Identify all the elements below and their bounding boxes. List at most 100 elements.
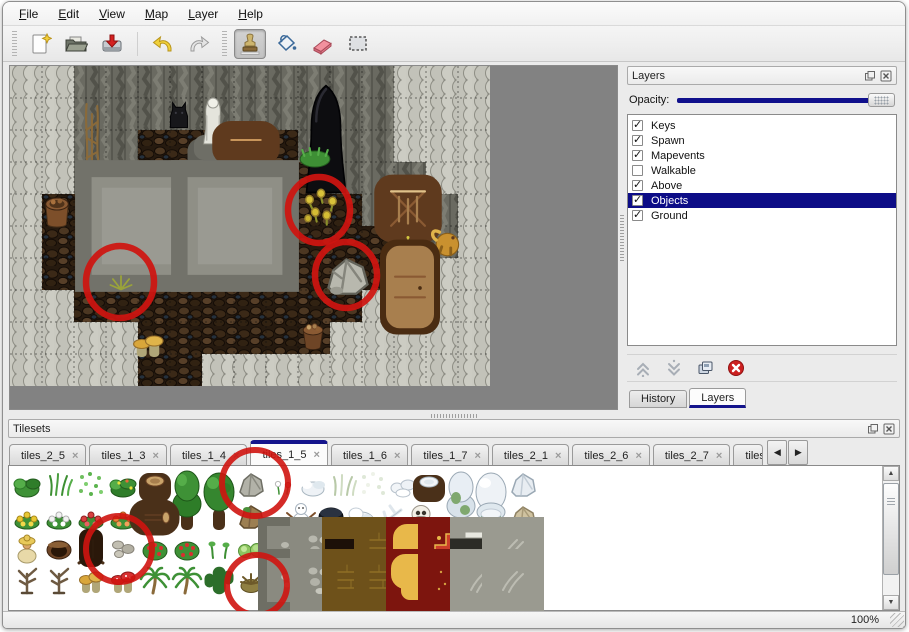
duplicate-layer-button[interactable] bbox=[695, 358, 715, 378]
opacity-slider[interactable] bbox=[677, 92, 895, 108]
layer-checkbox-spawn[interactable]: ✓ bbox=[632, 135, 643, 146]
menu-item-help[interactable]: Help bbox=[228, 4, 273, 24]
tile-snowStump[interactable] bbox=[420, 477, 438, 494]
tab-label: tiles_2_7 bbox=[665, 450, 709, 462]
tab-close-icon[interactable]: × bbox=[394, 450, 400, 462]
tile-grayLeaf[interactable] bbox=[498, 565, 529, 596]
tileset-tab-tiles_2_5[interactable]: tiles_2_5 × bbox=[9, 444, 86, 465]
zoom-level: 100% bbox=[851, 614, 879, 626]
tileset-tab-tiles_1_7[interactable]: tiles_1_7 × bbox=[411, 444, 488, 465]
tileset-tab-tiles_2_6[interactable]: tiles_2_6× bbox=[572, 444, 649, 465]
layer-checkbox-objects[interactable]: ✓ bbox=[632, 195, 643, 206]
tab-close-icon[interactable]: × bbox=[72, 450, 78, 462]
tile-log[interactable] bbox=[142, 512, 170, 523]
map-object-table bbox=[229, 136, 263, 160]
layer-checkbox-ground[interactable]: ✓ bbox=[632, 210, 643, 221]
tab-close-icon[interactable]: × bbox=[153, 450, 159, 462]
layer-checkbox-above[interactable]: ✓ bbox=[632, 180, 643, 191]
menu-item-edit[interactable]: Edit bbox=[48, 4, 89, 24]
float-panel-icon[interactable] bbox=[866, 422, 879, 435]
tileset-canvas[interactable] bbox=[9, 466, 883, 608]
layer-checkbox-keys[interactable]: ✓ bbox=[632, 120, 643, 131]
tab-close-icon[interactable]: × bbox=[555, 450, 561, 462]
raise-layer-button[interactable] bbox=[633, 358, 653, 378]
dock-tab-history[interactable]: History bbox=[629, 390, 687, 408]
layer-row-spawn[interactable]: ✓Spawn bbox=[628, 133, 896, 148]
tile-berry[interactable] bbox=[143, 542, 167, 560]
tab-label: tiles_2_1 bbox=[504, 450, 548, 462]
layer-row-ground[interactable]: ✓Ground bbox=[628, 208, 896, 223]
layers-panel-header: Layers bbox=[627, 66, 897, 85]
tab-label: tiles_1_7 bbox=[423, 450, 467, 462]
status-bar: 100% bbox=[3, 611, 905, 628]
toolbar-undo-button[interactable] bbox=[147, 29, 179, 59]
resize-grip[interactable] bbox=[890, 613, 904, 627]
scrollbar-down-icon[interactable]: ▼ bbox=[883, 595, 899, 610]
tab-close-icon[interactable]: × bbox=[474, 450, 480, 462]
menu-item-file[interactable]: File bbox=[9, 4, 48, 24]
toolbar-handle[interactable] bbox=[12, 31, 17, 57]
horizontal-splitter[interactable] bbox=[3, 412, 905, 419]
tab-close-icon[interactable]: × bbox=[716, 450, 722, 462]
map-object-shelf bbox=[391, 191, 425, 225]
menu-item-view[interactable]: View bbox=[89, 4, 135, 24]
tab-close-icon[interactable]: × bbox=[635, 450, 641, 462]
tile-pitBrown[interactable] bbox=[47, 541, 71, 559]
layer-row-objects[interactable]: ✓Objects bbox=[628, 193, 896, 208]
toolbar-eraser-tool-button[interactable] bbox=[306, 29, 338, 59]
tile-berry[interactable] bbox=[175, 542, 199, 560]
tileset-tab-tiles_1_3[interactable]: tiles_1_3× bbox=[89, 444, 166, 465]
splitter-grip bbox=[431, 414, 477, 418]
layer-row-keys[interactable]: ✓Keys bbox=[628, 118, 896, 133]
close-panel-icon[interactable] bbox=[882, 422, 895, 435]
tilesets-panel-title: Tilesets bbox=[13, 423, 863, 435]
tab-label: tiles_2_5 bbox=[21, 450, 65, 462]
opacity-label: Opacity: bbox=[629, 94, 677, 106]
menu-item-map[interactable]: Map bbox=[135, 4, 178, 24]
toolbar-save-file-button[interactable] bbox=[96, 29, 128, 59]
tile-snowBushS[interactable] bbox=[302, 481, 325, 496]
toolbar-open-file-button[interactable] bbox=[60, 29, 92, 59]
layer-row-mapevents[interactable]: ✓ Mapevents bbox=[628, 148, 896, 163]
layer-label: Mapevents bbox=[651, 150, 705, 162]
layer-checkbox-walkable[interactable] bbox=[632, 165, 643, 176]
menu-item-layer[interactable]: Layer bbox=[178, 4, 228, 24]
toolbar-separator bbox=[137, 32, 138, 56]
toolbar-stamp-tool-button[interactable] bbox=[234, 29, 266, 59]
toolbar-handle[interactable] bbox=[222, 31, 227, 57]
dock-tab-layers[interactable]: Layers bbox=[689, 388, 746, 408]
layer-row-walkable[interactable]: Walkable bbox=[628, 163, 896, 178]
new-file-icon bbox=[28, 32, 52, 56]
layer-row-above[interactable]: ✓Above bbox=[628, 178, 896, 193]
lower-layer-button[interactable] bbox=[664, 358, 684, 378]
toolbar-redo-button[interactable] bbox=[183, 29, 215, 59]
layer-checkbox-mapevents[interactable]: ✓ bbox=[632, 150, 643, 161]
close-panel-icon[interactable] bbox=[879, 69, 892, 82]
opacity-slider-handle[interactable] bbox=[868, 93, 895, 107]
tile-trunkDark[interactable] bbox=[79, 535, 103, 563]
toolbar-fill-tool-button[interactable] bbox=[270, 29, 302, 59]
tileset-tab-tiles_1_6[interactable]: tiles_1_6× bbox=[331, 444, 408, 465]
redo-icon bbox=[187, 32, 211, 56]
scrollbar-thumb[interactable] bbox=[883, 483, 899, 575]
tile-stump[interactable] bbox=[145, 476, 165, 497]
map-viewport[interactable] bbox=[9, 65, 618, 410]
toolbar-select-tool-button[interactable] bbox=[342, 29, 374, 59]
tileset-tab-tiles_2_1[interactable]: tiles_2_1 × bbox=[492, 444, 569, 465]
delete-layer-button[interactable] bbox=[726, 358, 746, 378]
tab-close-icon[interactable]: × bbox=[314, 449, 320, 461]
tileset-scrollbar[interactable]: ▲ ▼ bbox=[882, 466, 899, 610]
float-panel-icon[interactable] bbox=[863, 69, 876, 82]
map-canvas[interactable] bbox=[10, 66, 490, 386]
stamp-tool-icon bbox=[238, 32, 262, 56]
tileset-tab-tiles_2_7[interactable]: tiles_2_7 × bbox=[653, 444, 730, 465]
tileset-tab-tiles_[interactable]: tiles_× bbox=[733, 444, 763, 465]
toolbar-new-file-button[interactable] bbox=[24, 29, 56, 59]
layers-panel-title: Layers bbox=[632, 70, 860, 82]
vertical-splitter[interactable] bbox=[618, 65, 625, 410]
scroll-right-button[interactable]: ▶ bbox=[788, 440, 808, 465]
scroll-left-button[interactable]: ◀ bbox=[767, 440, 787, 465]
tile-bushS[interactable] bbox=[14, 479, 40, 497]
tile-clover[interactable] bbox=[110, 479, 136, 497]
scrollbar-up-icon[interactable]: ▲ bbox=[883, 466, 899, 481]
